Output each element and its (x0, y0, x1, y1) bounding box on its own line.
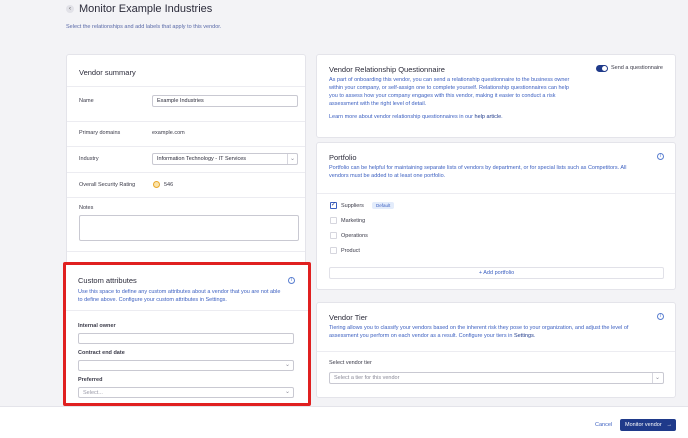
page-subtitle: Select the relationships and add labels … (66, 24, 222, 30)
settings-link[interactable]: Settings (514, 333, 534, 339)
portfolio-item-label: Operations (341, 233, 368, 239)
custom-attributes-title: Custom attributes (78, 276, 137, 285)
portfolio-checkbox-marketing[interactable] (330, 217, 337, 224)
internal-owner-label: Internal owner (78, 323, 116, 329)
rating-icon (153, 181, 160, 188)
chevron-left-icon: ‹ (69, 6, 71, 12)
monitor-vendor-label: Monitor vendor (625, 422, 662, 428)
industry-value: Information Technology - IT Services (157, 156, 247, 162)
questionnaire-desc-line2: within your company, or self-assign one … (329, 85, 569, 91)
arrow-right-icon: → (666, 422, 673, 428)
contract-end-label: Contract end date (78, 350, 125, 356)
notes-textarea[interactable] (79, 215, 299, 241)
custom-attributes-card: Custom attributes i Use this space to de… (63, 262, 311, 406)
info-icon[interactable]: i (288, 277, 295, 284)
preferred-label: Preferred (78, 377, 103, 383)
send-questionnaire-toggle[interactable] (596, 65, 608, 72)
chevron-down-icon: ⌄ (285, 389, 291, 395)
portfolio-checkbox-product[interactable] (330, 247, 337, 254)
portfolio-title: Portfolio (329, 153, 357, 162)
back-button[interactable]: ‹ (66, 5, 74, 13)
custom-attributes-desc-text: to define above. Configure your custom a… (78, 297, 206, 303)
questionnaire-desc-line1: As part of onboarding this vendor, you c… (329, 77, 570, 83)
default-badge-text: Default (376, 203, 391, 208)
portfolio-item-label: Product (341, 248, 360, 254)
custom-attributes-desc-line1: Use this space to define any custom attr… (78, 289, 281, 295)
questionnaire-learn-more: Learn more about vendor relationship que… (329, 114, 503, 120)
rating-label: Overall Security Rating (79, 182, 136, 188)
add-portfolio-button[interactable]: + Add portfolio (329, 267, 664, 279)
domains-value: example.com (152, 130, 185, 136)
add-portfolio-label: + Add portfolio (478, 270, 515, 276)
portfolio-card: Portfolio i Portfolio can be helpful for… (316, 142, 676, 290)
questionnaire-title: Vendor Relationship Questionnaire (329, 65, 445, 74)
portfolio-desc-line1: Portfolio can be helpful for maintaining… (329, 165, 627, 171)
vendor-summary-card: Vendor summary Name Example Industries P… (66, 54, 306, 266)
chevron-down-icon: ⌄ (290, 156, 296, 162)
custom-attributes-desc-line2: to define above. Configure your custom a… (78, 297, 227, 303)
vendor-tier-select[interactable]: Select a tier for this vendor (329, 372, 664, 384)
chevron-down-icon: ⌄ (655, 375, 661, 381)
monitor-vendor-button[interactable]: Monitor vendor → (620, 419, 676, 431)
questionnaire-card: Vendor Relationship Questionnaire Send a… (316, 54, 676, 138)
contract-end-date-input[interactable] (78, 360, 294, 371)
industry-label: Industry (79, 156, 99, 162)
vendor-tier-card: Vendor Tier i Tiering allows you to clas… (316, 302, 676, 398)
name-input[interactable]: Example Industries (152, 95, 298, 107)
vendor-tier-title: Vendor Tier (329, 313, 368, 322)
portfolio-checkbox-operations[interactable] (330, 232, 337, 239)
learn-more-text: Learn more about vendor relationship que… (329, 114, 475, 120)
portfolio-item-label: Suppliers (341, 203, 364, 209)
help-article-link[interactable]: help article (475, 114, 502, 120)
vendor-tier-desc-line2: assessment you perform on each vendor as… (329, 333, 536, 339)
settings-link[interactable]: Settings (206, 297, 226, 303)
cancel-button[interactable]: Cancel (595, 422, 612, 428)
questionnaire-desc-line3: you to assess how your company engages w… (329, 93, 556, 99)
internal-owner-input[interactable] (78, 333, 294, 344)
domains-label: Primary domains (79, 130, 121, 136)
footer-bar (0, 406, 688, 438)
portfolio-desc-line2: vendors must be added to at least one po… (329, 173, 446, 179)
notes-label: Notes (79, 205, 94, 211)
checkmark-icon: ✓ (331, 202, 337, 208)
vendor-tier-select-label: Select vendor tier (329, 360, 372, 366)
vendor-tier-placeholder: Select a tier for this vendor (334, 375, 400, 381)
vendor-tier-desc-text: assessment you perform on each vendor as… (329, 333, 514, 339)
vendor-summary-title: Vendor summary (79, 68, 136, 77)
rating-value: 546 (164, 182, 174, 188)
page-title: Monitor Example Industries (79, 3, 213, 15)
preferred-placeholder: Select... (83, 390, 103, 396)
vendor-tier-desc-line1: Tiering allows you to classify your vend… (329, 325, 629, 331)
name-label: Name (79, 98, 94, 104)
default-badge: Default (372, 202, 395, 209)
industry-select[interactable]: Information Technology - IT Services (152, 153, 298, 165)
info-icon[interactable]: i (657, 313, 664, 320)
questionnaire-desc-line4: assessment with the right level of detai… (329, 101, 427, 107)
learn-more-suffix: . (501, 114, 503, 120)
portfolio-checkbox-suppliers[interactable]: ✓ (330, 202, 337, 209)
portfolio-item-label: Marketing (341, 218, 366, 224)
info-icon[interactable]: i (657, 153, 664, 160)
chevron-down-icon: ⌄ (285, 362, 291, 368)
send-questionnaire-label: Send a questionnaire (611, 65, 663, 71)
preferred-select[interactable]: Select... (78, 387, 294, 398)
